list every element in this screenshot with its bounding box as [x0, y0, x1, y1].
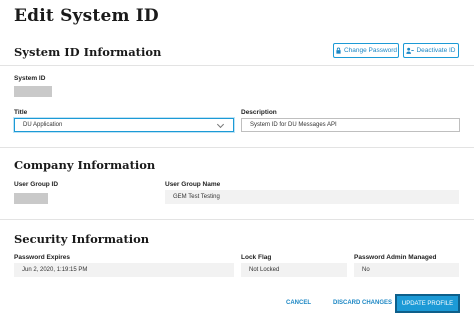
- section-divider: [0, 147, 474, 148]
- password-admin-managed-value: No: [362, 267, 370, 273]
- description-input[interactable]: System ID for DU Messages API: [241, 118, 460, 132]
- update-profile-label: UPDATE PROFILE: [401, 300, 454, 307]
- deactivate-id-button[interactable]: Deactivate ID: [403, 43, 459, 58]
- section-divider: [0, 65, 474, 66]
- title-label: Title: [14, 109, 28, 116]
- password-expires-label: Password Expires: [14, 254, 70, 261]
- password-admin-managed-field: No: [354, 263, 459, 277]
- section-divider: [0, 219, 474, 220]
- section-title-system-id: System ID Information: [14, 45, 162, 59]
- user-group-id-value-redacted: [14, 193, 48, 204]
- title-select[interactable]: DU Application: [14, 118, 234, 132]
- title-select-value: DU Application: [23, 122, 63, 128]
- deactivate-id-label: Deactivate ID: [416, 47, 456, 54]
- system-id-value-redacted: [14, 86, 52, 97]
- description-input-value: System ID for DU Messages API: [250, 122, 337, 128]
- user-group-name-value: GEM Test Testing: [173, 194, 220, 200]
- lock-flag-value: Not Locked: [249, 267, 280, 273]
- change-password-label: Change Password: [343, 47, 398, 54]
- lock-flag-label: Lock Flag: [241, 254, 272, 261]
- lock-icon: [336, 47, 341, 54]
- chevron-down-icon: [216, 120, 225, 129]
- password-admin-managed-label: Password Admin Managed: [354, 254, 437, 261]
- cancel-button[interactable]: CANCEL: [286, 300, 311, 306]
- password-expires-field: Jun 2, 2020, 1:19:15 PM: [14, 263, 234, 277]
- system-id-label: System ID: [14, 75, 46, 82]
- discard-changes-button[interactable]: DISCARD CHANGES: [333, 300, 392, 306]
- user-group-name-label: User Group Name: [165, 181, 221, 188]
- change-password-button[interactable]: Change Password: [333, 43, 399, 58]
- page-title: Edit System ID: [14, 6, 159, 26]
- user-remove-icon: [406, 47, 415, 54]
- update-profile-button[interactable]: UPDATE PROFILE: [395, 294, 460, 313]
- description-label: Description: [241, 109, 277, 116]
- user-group-id-label: User Group ID: [14, 181, 59, 188]
- section-title-company: Company Information: [14, 158, 156, 172]
- section-title-security: Security Information: [14, 232, 150, 246]
- user-group-name-field: GEM Test Testing: [165, 190, 459, 204]
- password-expires-value: Jun 2, 2020, 1:19:15 PM: [22, 267, 88, 273]
- lock-flag-field: Not Locked: [241, 263, 347, 277]
